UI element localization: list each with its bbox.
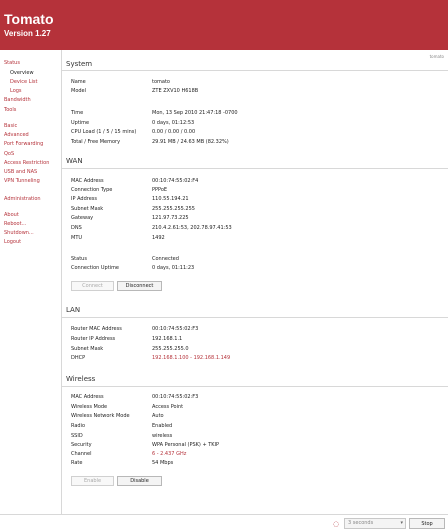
footer-bar: ◌ 3 seconds ▾ Stop (0, 514, 448, 532)
nav-item-logs[interactable]: Logs (10, 88, 22, 94)
value-ssid: wireless (152, 433, 173, 439)
value-name: tomato (152, 79, 170, 85)
nav-item-basic[interactable]: Basic (4, 123, 17, 129)
spinner-icon: ◌ (333, 520, 340, 528)
app-version: Version 1.27 (4, 29, 51, 38)
nav-item-bandwidth[interactable]: Bandwidth (4, 97, 31, 103)
nav-item-logout[interactable]: Logout (4, 239, 21, 245)
label-connection-uptime: Connection Uptime (71, 265, 120, 271)
value-cpu-load: 0.00 / 0.00 / 0.00 (152, 129, 196, 135)
router-ident: tomato (429, 54, 444, 59)
app-title: Tomato (4, 11, 54, 27)
value-gateway: 121.97.73.225 (152, 215, 189, 221)
label-connection-type: Connection Type (71, 187, 113, 193)
nav-item-administration[interactable]: Administration (4, 196, 41, 202)
value-channel: 6 - 2.437 GHz (152, 451, 187, 457)
value-status: Connected (152, 256, 179, 262)
value-connection-uptime: 0 days, 01:11:23 (152, 265, 195, 271)
label-ssid: SSID (71, 433, 83, 439)
label-router-ip: Router IP Address (71, 336, 116, 342)
value-connection-type: PPPoE (152, 187, 168, 193)
label-network-mode: Wireless Network Mode (71, 413, 130, 419)
refresh-interval-value: 3 seconds (348, 520, 374, 526)
enable-button[interactable]: Enable (71, 476, 114, 486)
section-title-lan: LAN (66, 306, 81, 314)
section-divider (62, 70, 448, 71)
label-channel: Channel (71, 451, 92, 457)
label-wl-mac: MAC Address (71, 394, 104, 400)
header-bar: Tomato Version 1.27 (0, 0, 448, 50)
nav-item-advanced[interactable]: Advanced (4, 132, 29, 138)
value-wan-mac: 00:10:74:55:02:F4 (152, 178, 199, 184)
value-router-mac: 00:10:74:55:02:F3 (152, 326, 199, 332)
label-wan-mac: MAC Address (71, 178, 104, 184)
value-model: ZTE ZXV10 H618B (152, 88, 199, 94)
label-time: Time (71, 110, 84, 116)
label-name: Name (71, 79, 86, 85)
label-radio: Radio (71, 423, 86, 429)
label-rate: Rate (71, 460, 83, 466)
sidebar-nav: Status Overview Device List Logs Bandwid… (0, 50, 60, 514)
nav-item-about[interactable]: About (4, 212, 19, 218)
value-rate: 54 Mbps (152, 460, 174, 466)
main-content: tomato System Name tomato Model ZTE ZXV1… (61, 50, 448, 514)
nav-item-usb-nas[interactable]: USB and NAS (4, 169, 37, 175)
value-wl-mac: 00:10:74:55:02:F3 (152, 394, 199, 400)
value-dhcp: 192.168.1.100 - 192.168.1.149 (152, 355, 231, 361)
label-dns: DNS (71, 225, 82, 231)
value-radio: Enabled (152, 423, 173, 429)
stop-button[interactable]: Stop (409, 518, 445, 529)
connect-button[interactable]: Connect (71, 281, 114, 291)
label-lan-subnet: Subnet Mask (71, 346, 104, 352)
nav-item-device-list[interactable]: Device List (10, 79, 37, 85)
nav-item-access-restriction[interactable]: Access Restriction (4, 160, 49, 166)
chevron-down-icon: ▾ (400, 520, 403, 526)
value-wireless-mode: Access Point (152, 404, 184, 410)
value-subnet-mask: 255.255.255.255 (152, 206, 195, 212)
label-wireless-mode: Wireless Mode (71, 404, 108, 410)
disable-button[interactable]: Disable (117, 476, 162, 486)
nav-item-port-forwarding[interactable]: Port Forwarding (4, 141, 43, 147)
disconnect-button[interactable]: Disconnect (117, 281, 162, 291)
label-mtu: MTU (71, 235, 83, 241)
label-router-mac: Router MAC Address (71, 326, 122, 332)
label-security: Security (71, 442, 92, 448)
nav-item-status[interactable]: Status (4, 60, 20, 66)
value-router-ip: 192.168.1.1 (152, 336, 183, 342)
label-gateway: Gateway (71, 215, 94, 221)
section-title-wireless: Wireless (66, 375, 96, 383)
value-lan-subnet: 255.255.255.0 (152, 346, 189, 352)
label-subnet-mask: Subnet Mask (71, 206, 104, 212)
section-divider (62, 317, 448, 318)
refresh-interval-select[interactable]: 3 seconds ▾ (344, 518, 406, 529)
nav-item-vpn-tunneling[interactable]: VPN Tunneling (4, 178, 40, 184)
section-title-system: System (66, 60, 93, 68)
section-title-wan: WAN (66, 157, 83, 165)
value-security: WPA Personal (PSK) + TKIP (152, 442, 220, 448)
value-time: Mon, 13 Sep 2010 21:47:18 -0700 (152, 110, 238, 116)
label-uptime: Uptime (71, 120, 90, 126)
label-cpu-load: CPU Load (1 / 5 / 15 mins) (71, 129, 137, 135)
label-model: Model (71, 88, 87, 94)
value-uptime: 0 days, 01:12:53 (152, 120, 195, 126)
section-divider (62, 386, 448, 387)
label-memory: Total / Free Memory (71, 139, 121, 145)
value-memory: 29.91 MB / 24.63 MB (82.32%) (152, 139, 229, 145)
nav-item-overview[interactable]: Overview (10, 70, 34, 76)
nav-item-reboot[interactable]: Reboot... (4, 221, 26, 227)
label-ip-address: IP Address (71, 196, 97, 202)
label-dhcp: DHCP (71, 355, 86, 361)
value-network-mode: Auto (152, 413, 164, 419)
label-status: Status (71, 256, 87, 262)
value-dns: 210.4.2.61:53, 202.78.97.41:53 (152, 225, 232, 231)
section-divider (62, 168, 448, 169)
nav-item-tools[interactable]: Tools (4, 107, 16, 113)
nav-item-shutdown[interactable]: Shutdown... (4, 230, 34, 236)
nav-item-qos[interactable]: QoS (4, 151, 14, 157)
value-ip-address: 110.55.194.21 (152, 196, 189, 202)
value-mtu: 1492 (152, 235, 165, 241)
